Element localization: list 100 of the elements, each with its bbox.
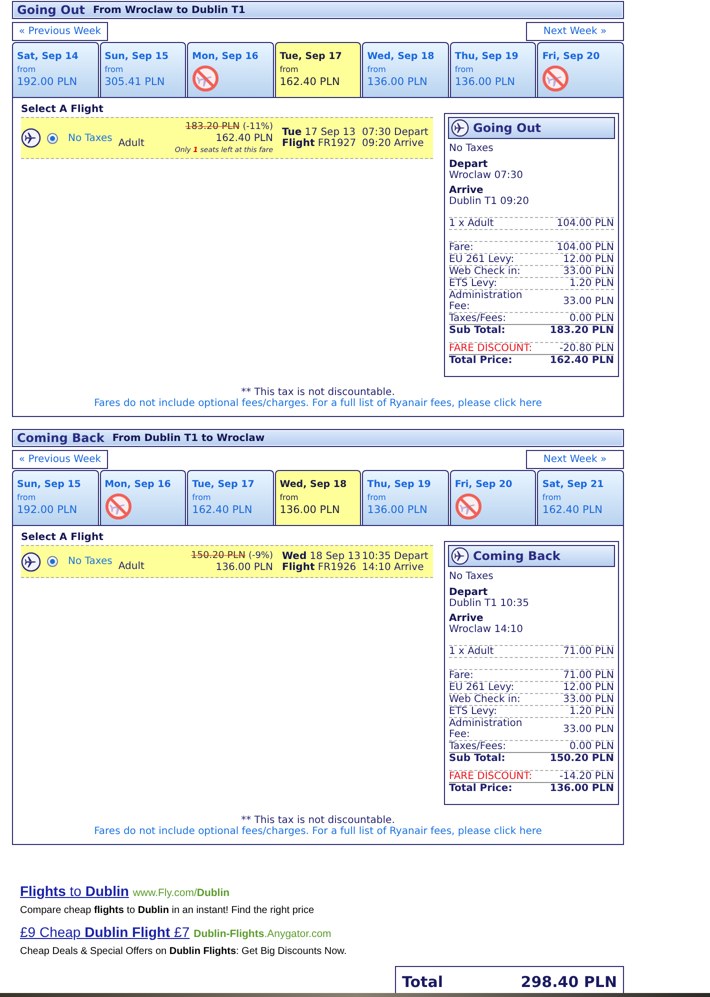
fare-line-label: 1 x Adult [449,646,495,657]
fare-line-label: Taxes/Fees: [449,313,508,324]
date-tab[interactable]: Wed, Sep 18 from 136.00 PLN [274,470,362,525]
arrive-value: Dublin T1 09:20 [449,196,530,207]
fare-line-label: Total Price: [449,355,514,366]
select-flight-heading: Select A Flight [21,532,104,544]
date-tab[interactable]: Sun, Sep 15 from 305.41 PLN [100,42,186,97]
ad-description: Cheap Deals & Special Offers on Dublin Flights: Get Big Discounts Now. [20,946,347,958]
fare-line-label: 1 x Adult [449,218,495,229]
fare-line-amount: 183.20 PLN [548,325,614,336]
date-tab[interactable]: Sat, Sep 21 from 162.40 PLN [537,470,624,525]
depart-time: 07:30 Depart [362,127,430,138]
summary-title: Going Out [473,120,541,137]
date-tab[interactable]: Mon, Sep 16 [187,42,274,97]
tax-footnote: ** This tax is not discountable. [241,815,395,826]
date-tab[interactable]: Sun, Sep 15 from 192.00 PLN [12,470,99,525]
fare-line-label: Web Check in: [449,266,522,277]
fare-line-amount: 136.00 PLN [548,783,614,794]
fare-line-amount: 1.20 PLN [568,278,614,289]
summary-fare-type: No Taxes [449,143,494,154]
next-week-button[interactable]: Next Week » [526,450,624,469]
arrive-label: Arrive [449,613,484,624]
fare-line-label: ETS Levy: [449,706,498,717]
date-tab[interactable]: Tue, Sep 17 from 162.40 PLN [274,42,362,97]
previous-week-button[interactable]: « Previous Week [12,22,108,41]
fare-line-label: Sub Total: [449,325,506,336]
fare-price: 162.40 PLN [216,133,273,145]
arrive-value: Wroclaw 14:10 [449,624,524,635]
depart-value: Wroclaw 07:30 [449,170,524,181]
fare-line-amount: 150.20 PLN [548,753,614,764]
date-tab[interactable]: Fri, Sep 20 [450,470,536,525]
date-tab[interactable]: Sat, Sep 14 from 192.00 PLN [12,42,99,97]
fare-line-amount: 1.20 PLN [568,706,614,717]
ad-url: www.Fly.com/Dublin [132,886,230,901]
fare-line-label: Administration Fee: [449,290,524,312]
flight-number: Flight FR1926 [282,562,356,572]
fare-line-amount: 33.00 PLN [562,724,614,734]
arrive-time: 14:10 Arrive [362,562,424,572]
fare-line-amount: 71.00 PLN [562,670,614,681]
fare-line-amount: 0.00 PLN [568,741,614,752]
total-label: Total [402,972,443,993]
next-week-button[interactable]: Next Week » [526,22,624,41]
fare-line-label: ETS Levy: [449,278,498,289]
fare-line-amount: 0.00 PLN [568,313,614,324]
plane-icon [21,128,41,148]
fare-line-amount: 12.00 PLN [562,254,614,265]
ad-description: Compare cheap flights to Dublin in an instant! Find the right price [20,904,314,917]
fare-line-amount: 162.40 PLN [548,355,614,366]
depart-label: Depart [449,159,488,170]
ad-url: Dublin-Flights.Anygator.com [194,926,332,942]
fare-line-label: Administration Fee: [449,718,524,740]
date-tab[interactable]: Fri, Sep 20 [537,42,624,97]
summary-fare-type: No Taxes [449,571,494,582]
date-tab[interactable]: Thu, Sep 19 from 136.00 PLN [450,42,536,97]
radio-button[interactable] [47,556,58,567]
fare-line-label: Fare: [449,670,474,681]
fare-line-label: EU 261 Levy: [449,254,516,265]
ad-title-link[interactable]: Flights to Dublin [20,883,129,899]
fare-line-label: FARE DISCOUNT: [449,771,534,782]
fare-line-amount: 104.00 PLN [556,242,614,253]
passenger-text: Adult [118,560,144,574]
fare-line-amount: 71.00 PLN [562,646,614,657]
route-text: From Wroclaw to Dublin T1 [93,5,246,17]
fees-info-link[interactable]: Fares do not include optional fees/charges. For a full list of Ryanair fees, please click here [94,398,542,409]
ad-title-link[interactable]: £9 Cheap Dublin Flight £7 [20,924,190,940]
discount-percent: (-9%) [248,550,273,562]
fare-line-label: Total Price: [449,783,514,794]
fare-line-amount: 33.00 PLN [562,296,614,306]
date-tab[interactable]: Wed, Sep 18 from 136.00 PLN [362,42,449,97]
depart-label: Depart [449,587,489,598]
depart-time: 10:35 Depart [362,550,430,562]
arrive-time: 09:20 Arrive [362,138,424,149]
previous-week-button[interactable]: « Previous Week [12,450,108,469]
total-amount: 298.40 PLN [520,972,617,993]
discount-percent: (-11%) [242,122,273,133]
summary-title: Coming Back [473,548,560,565]
fare-price: 136.00 PLN [216,562,273,574]
fare-line-label: EU 261 Levy: [449,682,516,693]
date-tab[interactable]: Thu, Sep 19 from 136.00 PLN [362,470,449,525]
fare-line-amount: -20.80 PLN [558,343,614,354]
date-tab[interactable]: Mon, Sep 16 [100,470,186,525]
date-tab[interactable]: Tue, Sep 17 from 162.40 PLN [187,470,274,525]
fare-line-amount: 12.00 PLN [562,682,614,693]
passenger-text: Adult [118,136,144,150]
radio-button[interactable] [47,132,58,144]
fare-line-label: Fare: [449,242,474,253]
tax-footnote: ** This tax is not discountable. [241,387,395,398]
flight-number: Flight FR1927 [282,138,356,149]
fare-type-text: No Taxes [68,555,112,569]
fare-line-amount: -14.20 PLN [558,771,614,782]
flight-date: Tue 17 Sep 13 [282,127,356,138]
section-title: Going Out [17,3,85,17]
fees-info-link[interactable]: Fares do not include optional fees/charges. For a full list of Ryanair fees, please click here [94,826,542,837]
section-title: Coming Back [17,431,104,445]
fare-line-label: Taxes/Fees: [449,741,508,752]
arrive-label: Arrive [449,185,484,196]
fare-line-amount: 104.00 PLN [556,218,614,229]
fare-line-label: FARE DISCOUNT: [449,343,534,354]
plane-icon [21,552,41,572]
fare-type-text: No Taxes [68,132,112,146]
